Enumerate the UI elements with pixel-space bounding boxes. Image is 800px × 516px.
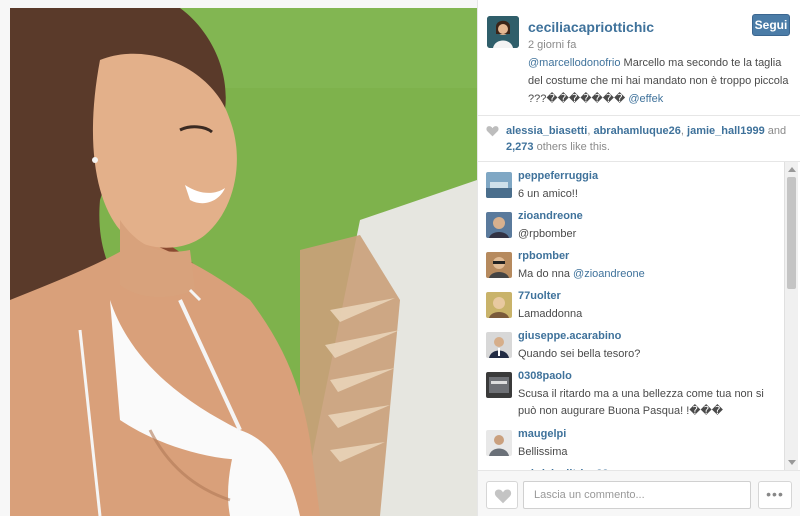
- likes-others-text: others like this.: [533, 141, 610, 153]
- comment-input[interactable]: [523, 481, 751, 509]
- scroll-up-arrow-icon[interactable]: [788, 167, 796, 172]
- liker-link[interactable]: jamie_hall1999: [687, 125, 765, 137]
- comment-username[interactable]: zioandreone: [518, 210, 583, 222]
- comment-avatar[interactable]: [486, 252, 512, 278]
- post-username[interactable]: ceciliacapriottichic: [528, 19, 654, 35]
- comment-username[interactable]: rpbomber: [518, 250, 569, 262]
- post-header: ceciliacapriottichic Segui 2 giorni fa @…: [478, 0, 800, 116]
- list-item: giuseppe.acarabino Quando sei bella teso…: [478, 326, 784, 366]
- comment-text: 6 un amico!!: [518, 188, 578, 200]
- caption-emojis: �������: [546, 93, 626, 105]
- likes-and-text: and: [764, 125, 787, 137]
- list-item: peppeferruggia 6 un amico!!: [478, 166, 784, 206]
- post-timestamp: 2 giorni fa: [528, 39, 577, 51]
- post-caption: @marcellodonofrio Marcello ma secondo te…: [528, 54, 790, 108]
- liker-link[interactable]: abrahamluque26: [593, 125, 680, 137]
- post-image: [0, 0, 477, 516]
- heart-icon: [486, 126, 499, 137]
- likes-text: alessia_biasetti, abrahamluque26, jamie_…: [506, 125, 787, 153]
- heart-icon: [494, 489, 512, 504]
- comment-username[interactable]: 0308paolo: [518, 370, 572, 382]
- list-item: maugelpi Bellissima: [478, 424, 784, 464]
- comment-avatar[interactable]: [486, 372, 512, 398]
- comment-text: Quando sei bella tesoro?: [518, 348, 641, 360]
- comment-avatar[interactable]: [486, 212, 512, 238]
- comment-username[interactable]: maugelpi: [518, 428, 566, 440]
- list-item: rpbomber Ma do nna @zioandreone: [478, 246, 784, 286]
- list-item: 77uolter Lamaddonna: [478, 286, 784, 326]
- comment-avatar[interactable]: [486, 292, 512, 318]
- comment-username[interactable]: 77uolter: [518, 290, 561, 302]
- follow-button[interactable]: Segui: [752, 14, 790, 36]
- comment-text: Bellissima: [518, 446, 568, 458]
- comment-mention-link[interactable]: @rpbomber: [518, 226, 784, 243]
- like-button[interactable]: [486, 481, 518, 509]
- comment-text: Scusa il ritardo ma a una bellezza come …: [518, 388, 764, 417]
- likes-others-count[interactable]: 2,273: [506, 141, 534, 153]
- comment-text: Ma do nna @zioandreone: [518, 266, 784, 283]
- comment-avatar[interactable]: [486, 172, 512, 198]
- more-options-button[interactable]: •••: [758, 481, 792, 509]
- comment-avatar[interactable]: [486, 430, 512, 456]
- scroll-down-arrow-icon[interactable]: [788, 460, 796, 465]
- list-item: 0308paolo Scusa il ritardo ma a una bell…: [478, 366, 784, 424]
- list-item: zioandreone @rpbomber: [478, 206, 784, 246]
- comment-text: Lamaddonna: [518, 308, 583, 320]
- caption-mention-link[interactable]: @effek: [628, 93, 663, 105]
- comments-list[interactable]: peppeferruggia 6 un amico!! zioandreone …: [478, 162, 800, 470]
- comment-text-part: Ma do nna: [518, 268, 574, 280]
- comment-mention-link[interactable]: @zioandreone: [573, 268, 645, 280]
- comment-username[interactable]: peppeferruggia: [518, 170, 598, 182]
- scrollbar-thumb[interactable]: [787, 177, 796, 289]
- post-photo: [0, 0, 477, 516]
- likes-summary: alessia_biasetti, abrahamluque26, jamie_…: [478, 116, 800, 162]
- comment-avatar[interactable]: [486, 332, 512, 358]
- post-detail-panel: ceciliacapriottichic Segui 2 giorni fa @…: [477, 0, 800, 516]
- comment-composer: •••: [478, 470, 800, 516]
- avatar[interactable]: [487, 16, 519, 48]
- comments-scrollbar[interactable]: [784, 162, 798, 470]
- caption-mention-link[interactable]: @marcellodonofrio: [528, 57, 621, 69]
- comment-username[interactable]: giuseppe.acarabino: [518, 330, 621, 342]
- liker-link[interactable]: alessia_biasetti: [506, 125, 587, 137]
